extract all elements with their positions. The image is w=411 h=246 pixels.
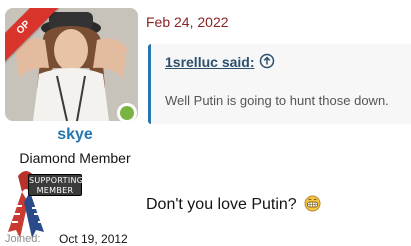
- online-status-icon: [117, 103, 137, 121]
- post-message: Don't you love Putin?: [146, 195, 321, 214]
- username[interactable]: skye: [0, 126, 150, 144]
- avatar[interactable]: OP: [5, 8, 138, 121]
- joined-date: Oct 19, 2012: [59, 232, 128, 246]
- quote-author-link[interactable]: 1srelluc said:: [165, 54, 255, 70]
- quote-text: Well Putin is going to hunt those down.: [165, 93, 389, 108]
- supporting-member-badge: SUPPORTING MEMBER: [28, 174, 84, 196]
- badge-line-2: MEMBER: [36, 186, 74, 195]
- grinning-face-icon: [304, 195, 321, 212]
- user-title: Diamond Member: [19, 150, 131, 166]
- post-text: Don't you love Putin?: [146, 196, 297, 213]
- badge-line-1: SUPPORTING: [29, 176, 84, 185]
- joined-label: Joined:: [5, 233, 41, 245]
- post-date[interactable]: Feb 24, 2022: [146, 14, 229, 30]
- arrow-up-circle-icon[interactable]: [259, 53, 275, 69]
- quote-block: 1srelluc said: Well Putin is going to hu…: [148, 44, 411, 124]
